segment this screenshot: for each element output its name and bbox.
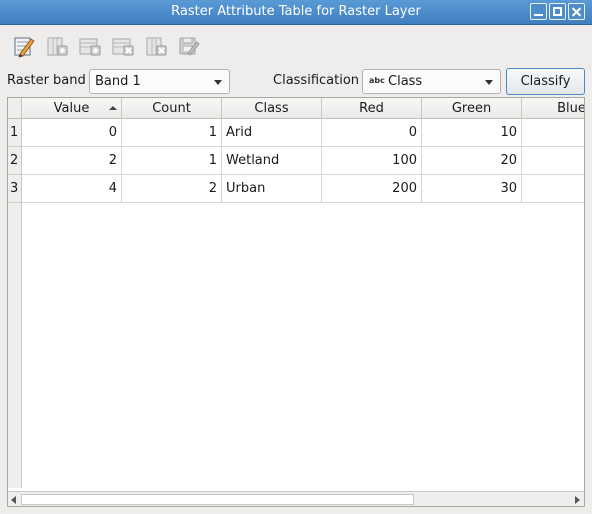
cell-blue[interactable] <box>522 175 584 203</box>
column-header-label: Blue <box>557 101 585 116</box>
table-corner[interactable] <box>8 98 22 119</box>
column-header-count[interactable]: Count <box>122 98 222 119</box>
minimize-button[interactable] <box>530 3 547 20</box>
window-titlebar[interactable]: Raster Attribute Table for Raster Layer <box>0 0 592 25</box>
cell-blue[interactable] <box>522 147 584 175</box>
edit-pencil-icon[interactable] <box>11 33 37 59</box>
column-header-green[interactable]: Green <box>422 98 522 119</box>
column-header-class[interactable]: Class <box>222 98 322 119</box>
column-header-blue[interactable]: Blue <box>522 98 585 119</box>
cell-red[interactable]: 100 <box>322 147 422 175</box>
raster-band-combo[interactable]: Band 1 <box>89 69 230 94</box>
cell-green[interactable]: 20 <box>422 147 522 175</box>
row-header[interactable]: 1 <box>8 119 22 147</box>
window-title: Raster Attribute Table for Raster Layer <box>171 4 421 19</box>
cell-count[interactable]: 2 <box>122 175 222 203</box>
cell-class[interactable]: Urban <box>222 175 322 203</box>
save-icon[interactable] <box>176 33 202 59</box>
classification-label: Classification <box>273 73 360 88</box>
sort-ascending-icon <box>109 106 117 110</box>
classification-value: Class <box>388 74 423 89</box>
cell-count[interactable]: 1 <box>122 147 222 175</box>
column-header-label: Value <box>53 101 90 116</box>
chevron-down-icon <box>485 80 493 85</box>
cell-red[interactable]: 200 <box>322 175 422 203</box>
column-header-value[interactable]: Value <box>22 98 122 119</box>
cell-class[interactable]: Wetland <box>222 147 322 175</box>
scroll-right-icon[interactable] <box>575 496 580 504</box>
cell-count[interactable]: 1 <box>122 119 222 147</box>
horizontal-scrollbar[interactable] <box>8 491 584 506</box>
row-header[interactable]: 3 <box>8 175 22 203</box>
maximize-button[interactable] <box>549 3 566 20</box>
remove-row-icon[interactable] <box>110 33 136 59</box>
column-header-label: Green <box>451 101 492 116</box>
cell-red[interactable]: 0 <box>322 119 422 147</box>
column-header-red[interactable]: Red <box>322 98 422 119</box>
close-button[interactable] <box>568 3 585 20</box>
raster-band-label: Raster band <box>7 73 86 88</box>
add-row-icon[interactable] <box>77 33 103 59</box>
classify-button[interactable]: Classify <box>506 68 585 95</box>
remove-column-icon[interactable] <box>143 33 169 59</box>
cell-class[interactable]: Arid <box>222 119 322 147</box>
column-header-label: Red <box>359 101 384 116</box>
row-header[interactable]: 2 <box>8 147 22 175</box>
column-header-label: Count <box>152 101 191 116</box>
toolbar <box>0 30 592 62</box>
cell-value[interactable]: 4 <box>22 175 122 203</box>
cell-blue[interactable] <box>522 119 584 147</box>
cell-green[interactable]: 10 <box>422 119 522 147</box>
add-column-icon[interactable] <box>44 33 70 59</box>
raster-band-value: Band 1 <box>95 74 141 89</box>
cell-green[interactable]: 30 <box>422 175 522 203</box>
cell-value[interactable]: 0 <box>22 119 122 147</box>
text-type-icon: abc <box>369 76 385 85</box>
row-header-strip <box>8 203 22 488</box>
chevron-down-icon <box>214 80 222 85</box>
column-header-label: Class <box>254 101 289 116</box>
classification-combo[interactable]: abc Class <box>362 69 501 94</box>
attribute-table[interactable]: Value Count Class Red Green Blue 1 0 1 A… <box>7 97 585 507</box>
scroll-left-icon[interactable] <box>11 496 16 504</box>
cell-value[interactable]: 2 <box>22 147 122 175</box>
scrollbar-thumb[interactable] <box>21 494 414 505</box>
